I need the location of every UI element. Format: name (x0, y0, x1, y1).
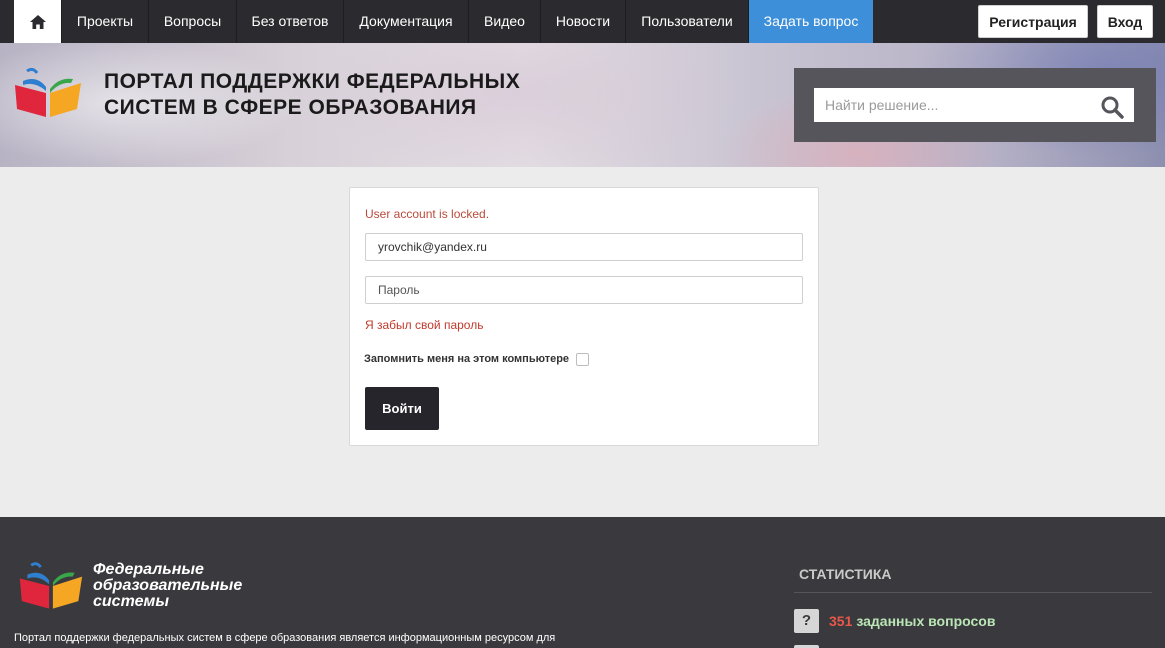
header-banner: ПОРТАЛ ПОДДЕРЖКИ ФЕДЕРАЛЬНЫХ СИСТЕМ В СФ… (0, 43, 1165, 167)
portal-logo-icon[interactable] (13, 67, 83, 119)
nav-item-video[interactable]: Видео (468, 0, 540, 43)
top-navigation: Проекты Вопросы Без ответов Документация… (0, 0, 1165, 43)
question-mark-icon: ? (794, 609, 819, 633)
ask-question-button[interactable]: Задать вопрос (748, 0, 873, 43)
footer-brand-line-1: Федеральные (93, 561, 204, 578)
login-error-message: User account is locked. (365, 207, 490, 221)
footer: Федеральные образовательные системы Порт… (0, 517, 1165, 648)
portal-title-line-2: СИСТЕМ В СФЕРЕ ОБРАЗОВАНИЯ (104, 96, 477, 119)
submit-login-button[interactable]: Войти (365, 387, 439, 430)
stat-questions-label: заданных вопросов (856, 613, 996, 629)
stats-title: СТАТИСТИКА (799, 566, 892, 582)
portal-title: ПОРТАЛ ПОДДЕРЖКИ ФЕДЕРАЛЬНЫХ СИСТЕМ В СФ… (104, 69, 584, 121)
stats-divider (794, 592, 1152, 593)
search-input[interactable] (814, 88, 1134, 122)
home-button[interactable] (14, 0, 61, 43)
footer-brand-line-2: образовательные (93, 577, 243, 594)
password-field[interactable] (365, 276, 803, 304)
login-button[interactable]: Вход (1097, 5, 1153, 38)
login-form: User account is locked. Я забыл свой пар… (349, 187, 819, 446)
nav-item-users[interactable]: Пользователи (625, 0, 748, 43)
register-button[interactable]: Регистрация (978, 5, 1088, 38)
footer-brand-line-3: системы (93, 593, 169, 610)
remember-me-label: Запомнить меня на этом компьютере (364, 353, 570, 365)
nav-item-news[interactable]: Новости (540, 0, 625, 43)
search-panel (794, 68, 1156, 142)
search-icon[interactable] (1100, 95, 1124, 119)
home-icon (29, 14, 46, 29)
stat-questions-asked: 351 заданных вопросов (829, 613, 995, 629)
nav-item-documentation[interactable]: Документация (343, 0, 468, 43)
remember-me-checkbox[interactable] (576, 353, 589, 366)
email-field[interactable] (365, 233, 803, 261)
federal-systems-logo-icon (19, 562, 83, 609)
portal-title-line-1: ПОРТАЛ ПОДДЕРЖКИ ФЕДЕРАЛЬНЫХ (104, 70, 521, 93)
nav-item-projects[interactable]: Проекты (61, 0, 148, 43)
stat-questions-count: 351 (829, 613, 853, 629)
forgot-password-link[interactable]: Я забыл свой пароль (365, 318, 483, 332)
footer-brand-name: Федеральные образовательные системы (93, 562, 242, 610)
nav-item-unanswered[interactable]: Без ответов (236, 0, 343, 43)
nav-item-questions[interactable]: Вопросы (148, 0, 236, 43)
footer-description: Портал поддержки федеральных систем в сф… (14, 632, 556, 644)
